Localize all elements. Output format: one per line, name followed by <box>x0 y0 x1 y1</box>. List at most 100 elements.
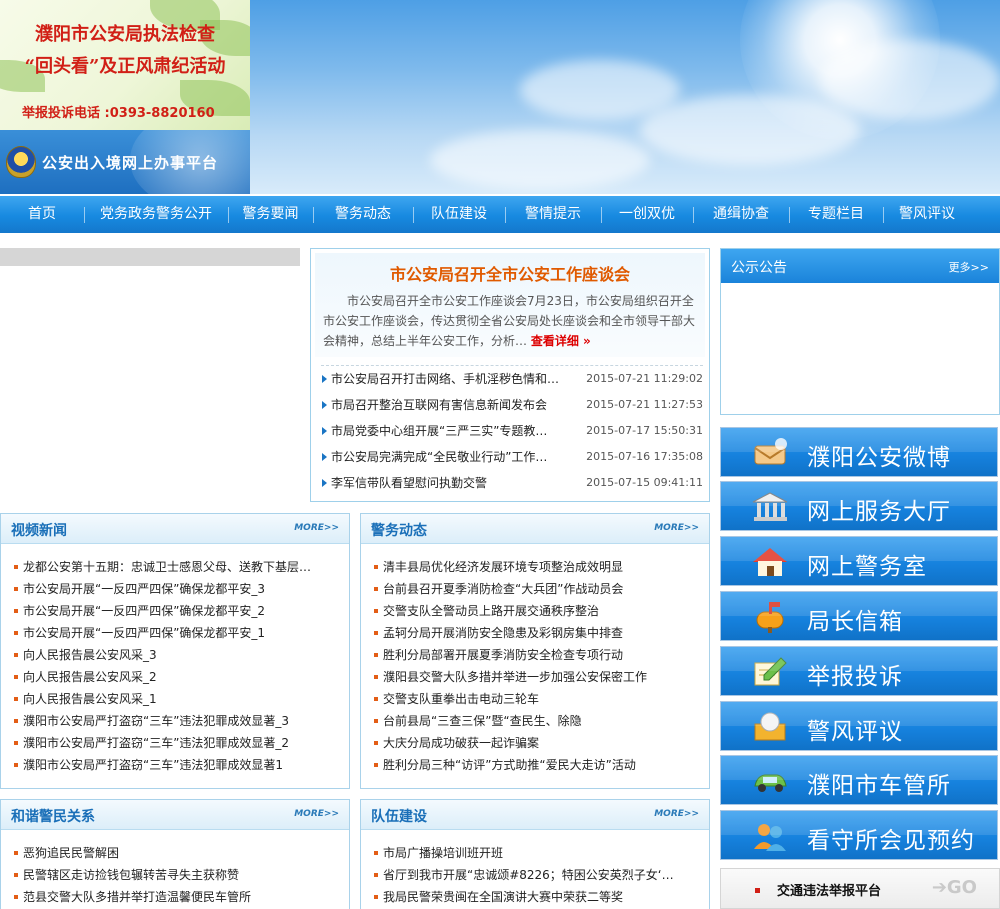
weibo-icon <box>751 436 789 470</box>
notice-more-link[interactable]: 更多>> <box>949 259 989 275</box>
list-item[interactable]: 市局召开整治互联网有害信息新闻发布会 2015-07-21 11:27:53 <box>321 392 703 418</box>
list-item[interactable]: 濮阳县交警大队多措并举进一步加强公安保密工作 <box>373 666 709 688</box>
list-item[interactable]: 向人民报告晨公安风采_3 <box>13 644 349 666</box>
service-button-report[interactable]: 举报投诉 <box>720 646 998 696</box>
service-button-weibo[interactable]: 濮阳公安微博 <box>720 427 998 477</box>
banner-title-line2: “回头看”及正风肃纪活动 <box>24 56 226 77</box>
nav-item-public-affairs[interactable]: 党务政务警务公开 <box>84 196 228 233</box>
box-title: 视频新闻 <box>11 523 67 539</box>
list-item[interactable]: 向人民报告晨公安风采_1 <box>13 688 349 710</box>
people-icon <box>751 819 789 853</box>
harmony-box: 和谐警民关系 MORE>> 恶狗追民民警解困 民警辖区走访捡钱包辗转苦寻失主获称… <box>0 799 350 909</box>
headline-panel: 市公安局召开全市公安工作座谈会 市公安局召开全市公安工作座谈会7月23日，市公安… <box>310 248 710 502</box>
list-item[interactable]: 市公安局召开打击网络、手机淫秽色情和… 2015-07-21 11:29:02 <box>321 366 703 392</box>
list-item[interactable]: 清丰县局优化经济发展环境专项整治成效明显 <box>373 556 709 578</box>
video-news-box: 视频新闻 MORE>> 龙都公安第十五期：忠诚卫士感恩父母、送教下基层… 市公安… <box>0 513 350 789</box>
nav-item-police-news[interactable]: 警务要闻 <box>228 196 313 233</box>
image-slider-bar[interactable] <box>0 248 300 266</box>
list-item[interactable]: 台前县召开夏季消防检查“大兵团”作战动员会 <box>373 578 709 600</box>
headline-summary: 市公安局召开全市公安工作座谈会7月23日，市公安局组织召开全市公安工作座谈会，传… <box>323 291 703 351</box>
service-label: 警风评议 <box>807 719 903 745</box>
nav-item-police-updates[interactable]: 警务动态 <box>313 196 413 233</box>
car-icon <box>751 764 789 798</box>
list-item[interactable]: 孟轲分局开展消防安全隐患及彩钢房集中排查 <box>373 622 709 644</box>
list-item[interactable]: 恶狗追民民警解困 <box>13 842 349 864</box>
nav-item-alerts[interactable]: 警情提示 <box>505 196 601 233</box>
go-arrow-icon: ➔GO <box>931 877 977 898</box>
box-title: 警务动态 <box>371 523 427 539</box>
notice-panel: 公示公告 更多>> <box>720 248 1000 415</box>
traffic-report-label: 交通违法举报平台 <box>777 884 882 899</box>
box-title: 和谐警民关系 <box>11 809 95 825</box>
cloud-graphic <box>820 40 1000 120</box>
list-item[interactable]: 市公安局开展“一反四严四保”确保龙都平安_3 <box>13 578 349 600</box>
police-badge-icon <box>6 146 36 178</box>
notice-title: 公示公告 <box>731 260 787 276</box>
exit-entry-label: 公安出入境网上办事平台 <box>42 154 219 172</box>
service-label: 看守所会见预约 <box>807 828 975 854</box>
list-item[interactable]: 向人民报告晨公安风采_2 <box>13 666 349 688</box>
list-item[interactable]: 市公安局开展“一反四严四保”确保龙都平安_2 <box>13 600 349 622</box>
more-link[interactable]: MORE>> <box>654 809 699 819</box>
nav-item-team-building[interactable]: 队伍建设 <box>413 196 505 233</box>
list-item[interactable]: 我局民警荣贵闽在全国演讲大赛中荣获二等奖 <box>373 886 709 908</box>
nav-item-conduct-review[interactable]: 警风评议 <box>883 196 971 233</box>
list-item[interactable]: 民警辖区走访捡钱包辗转苦寻失主获称赞 <box>13 864 349 886</box>
list-item[interactable]: 市局广播操培训班开班 <box>373 842 709 864</box>
box-title: 队伍建设 <box>371 809 427 825</box>
pen-icon <box>751 655 789 689</box>
service-label: 濮阳公安微博 <box>807 445 951 471</box>
header-banner: 濮阳市公安局执法检查 “回头看”及正风肃纪活动 举报投诉电话 :0393-882… <box>0 0 1000 194</box>
list-item[interactable]: 市公安局开展“一反四严四保”确保龙都平安_1 <box>13 622 349 644</box>
service-button-online-hall[interactable]: 网上服务大厅 <box>720 481 998 531</box>
list-item[interactable]: 台前县局“三查三保”暨“查民生、除隐 <box>373 710 709 732</box>
building-icon <box>751 490 789 524</box>
more-link[interactable]: MORE>> <box>294 809 339 819</box>
service-button-vehicle-office[interactable]: 濮阳市车管所 <box>720 755 998 805</box>
list-item[interactable]: 交警支队重拳出击电动三轮车 <box>373 688 709 710</box>
service-button-conduct-review[interactable]: 警风评议 <box>720 701 998 751</box>
service-label: 网上服务大厅 <box>807 499 951 525</box>
headline-list: 市公安局召开打击网络、手机淫秽色情和… 2015-07-21 11:29:02 市… <box>321 365 703 496</box>
list-item[interactable]: 李军信带队看望慰问执勤交警 2015-07-15 09:41:11 <box>321 470 703 496</box>
comment-icon <box>751 710 789 744</box>
list-item[interactable]: 大庆分局成功破获一起诈骗案 <box>373 732 709 754</box>
service-label: 局长信箱 <box>807 609 903 635</box>
service-button-chief-mailbox[interactable]: 局长信箱 <box>720 591 998 641</box>
view-details-link[interactable]: 查看详细 <box>531 334 591 348</box>
list-item[interactable]: 市公安局完满完成“全民敬业行动”工作… 2015-07-16 17:35:08 <box>321 444 703 470</box>
nav-item-wanted[interactable]: 通缉协查 <box>693 196 789 233</box>
headline-title[interactable]: 市公安局召开全市公安工作座谈会 <box>315 261 705 285</box>
list-item[interactable]: 濮阳市公安局严打盗窃“三车”违法犯罪成效显著1 <box>13 754 349 776</box>
list-item[interactable]: 范县交警大队多措并举打造温馨便民车管所 <box>13 886 349 908</box>
house-icon <box>751 545 789 579</box>
report-phone: 举报投诉电话 :0393-8820160 <box>22 106 215 121</box>
service-label: 网上警务室 <box>807 554 927 580</box>
mailbox-icon <box>751 600 789 634</box>
list-item[interactable]: 省厅到我市开展“忠诚颂#8226；特困公安英烈子女‘… <box>373 864 709 886</box>
nav-item-excellence[interactable]: 一创双优 <box>601 196 693 233</box>
service-label: 濮阳市车管所 <box>807 773 951 799</box>
service-button-police-office[interactable]: 网上警务室 <box>720 536 998 586</box>
nav-item-topics[interactable]: 专题栏目 <box>789 196 883 233</box>
list-item[interactable]: 龙都公安第十五期：忠诚卫士感恩父母、送教下基层… <box>13 556 349 578</box>
cloud-graphic <box>430 130 650 190</box>
more-link[interactable]: MORE>> <box>294 523 339 533</box>
team-building-box: 队伍建设 MORE>> 市局广播操培训班开班 省厅到我市开展“忠诚颂#8226；… <box>360 799 710 909</box>
list-item[interactable]: 市局党委中心组开展“三严三实”专题教… 2015-07-17 15:50:31 <box>321 418 703 444</box>
banner-title-line1: 濮阳市公安局执法检查 <box>35 24 215 45</box>
nav-item-home[interactable]: 首页 <box>0 196 84 233</box>
service-label: 举报投诉 <box>807 664 903 690</box>
main-nav: 首页 党务政务警务公开 警务要闻 警务动态 队伍建设 警情提示 一创双优 通缉协… <box>0 196 1000 233</box>
more-link[interactable]: MORE>> <box>654 523 699 533</box>
cloud-graphic <box>640 95 860 165</box>
list-item[interactable]: 胜利分局部署开展夏季消防安全检查专项行动 <box>373 644 709 666</box>
exit-entry-platform-link[interactable]: 公安出入境网上办事平台 <box>0 130 250 194</box>
service-button-detention-visit[interactable]: 看守所会见预约 <box>720 810 998 860</box>
list-item[interactable]: 濮阳市公安局严打盗窃“三车”违法犯罪成效显著_2 <box>13 732 349 754</box>
list-item[interactable]: 交警支队全警动员上路开展交通秩序整治 <box>373 600 709 622</box>
traffic-violation-report-link[interactable]: 交通违法举报平台 ➔GO <box>720 868 1000 909</box>
list-item[interactable]: 胜利分局三种“访评”方式助推“爱民大走访”活动 <box>373 754 709 776</box>
inspection-campaign-banner[interactable]: 濮阳市公安局执法检查 “回头看”及正风肃纪活动 举报投诉电话 :0393-882… <box>0 0 250 130</box>
list-item[interactable]: 濮阳市公安局严打盗窃“三车”违法犯罪成效显著_3 <box>13 710 349 732</box>
